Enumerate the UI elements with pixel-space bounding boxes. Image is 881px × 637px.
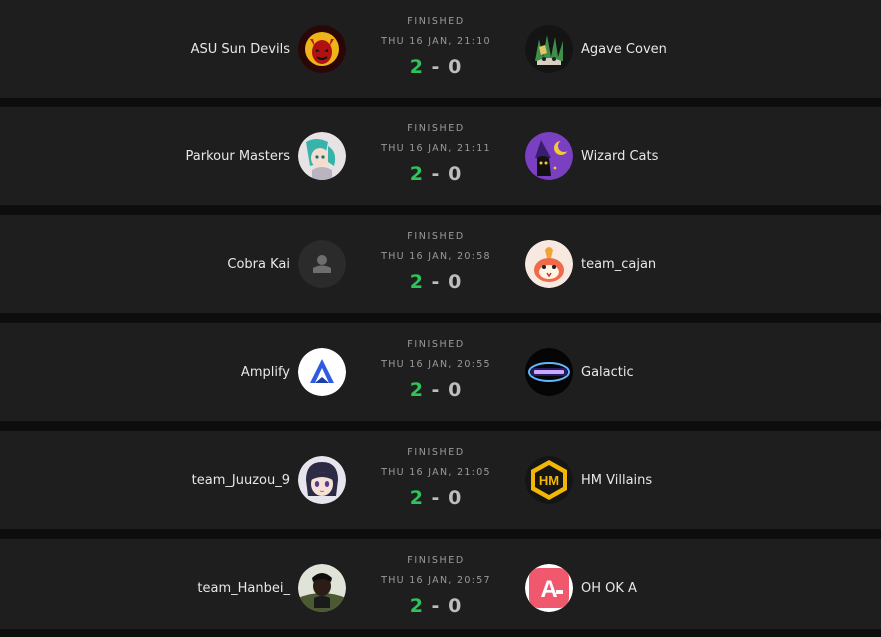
home-team-name: ASU Sun Devils (190, 41, 290, 57)
away-score: 0 (448, 595, 463, 617)
match-status: FINISHED (407, 16, 465, 27)
hm-villains-logo-icon: HM (525, 456, 573, 504)
match-time: THU 16 JAN, 21:11 (381, 143, 491, 154)
match-info: FINISHED THU 16 JAN, 20:58 2 - 0 (336, 215, 536, 313)
match-status: FINISHED (407, 123, 465, 134)
match-card[interactable]: Cobra Kai FINISHED THU 16 JAN, 20:58 2 -… (0, 215, 881, 313)
match-score: 2 - 0 (336, 271, 536, 293)
match-card[interactable]: team_Juuzou_9 FINISHED THU 16 JAN, 21:05… (0, 431, 881, 529)
away-team[interactable]: Wizard Cats (525, 107, 658, 205)
match-info: FINISHED THU 16 JAN, 21:11 2 - 0 (336, 107, 536, 205)
match-score: 2 - 0 (336, 56, 536, 78)
match-status: FINISHED (407, 339, 465, 350)
home-team[interactable]: team_Juuzou_9 (192, 431, 346, 529)
match-card[interactable]: ASU Sun Devils FINISHED THU 16 JAN, 21:1… (0, 0, 881, 98)
home-score: 2 (409, 595, 424, 617)
score-separator: - (431, 163, 441, 185)
match-card[interactable]: Parkour Masters FINISHED THU 16 JAN, 21:… (0, 107, 881, 205)
match-card[interactable]: Amplify FINISHED THU 16 JAN, 20:55 2 - 0… (0, 323, 881, 421)
match-score: 2 - 0 (336, 595, 536, 617)
away-score: 0 (448, 487, 463, 509)
home-team-name: Cobra Kai (227, 256, 290, 272)
cartoon-creature-icon (525, 240, 573, 288)
match-info: FINISHED THU 16 JAN, 21:05 2 - 0 (336, 431, 536, 529)
home-team[interactable]: team_Hanbei_ (197, 539, 346, 637)
home-team-name: Amplify (240, 364, 290, 380)
match-score: 2 - 0 (336, 487, 536, 509)
away-score: 0 (448, 163, 463, 185)
match-score: 2 - 0 (336, 379, 536, 401)
match-status: FINISHED (407, 447, 465, 458)
away-score: 0 (448, 379, 463, 401)
home-score: 2 (409, 163, 424, 185)
home-team-name: team_Hanbei_ (197, 580, 290, 596)
home-team[interactable]: Amplify (241, 323, 346, 421)
home-team-name: Parkour Masters (185, 148, 290, 164)
away-team-name: Agave Coven (581, 41, 667, 57)
home-score: 2 (409, 379, 424, 401)
home-score: 2 (409, 56, 424, 78)
home-score: 2 (409, 487, 424, 509)
match-time: THU 16 JAN, 21:10 (381, 36, 491, 47)
svg-text:A: A (540, 576, 557, 603)
away-team[interactable]: team_cajan (525, 215, 656, 313)
match-list: ASU Sun Devils FINISHED THU 16 JAN, 21:1… (0, 0, 881, 629)
match-info: FINISHED THU 16 JAN, 20:57 2 - 0 (336, 539, 536, 637)
match-info: FINISHED THU 16 JAN, 20:55 2 - 0 (336, 323, 536, 421)
away-team[interactable]: HM HM Villains (525, 431, 652, 529)
home-team[interactable]: ASU Sun Devils (191, 0, 346, 98)
match-time: THU 16 JAN, 20:55 (381, 359, 491, 370)
away-team-name: team_cajan (581, 256, 657, 272)
away-team[interactable]: Galactic (525, 323, 634, 421)
match-card[interactable]: team_Hanbei_ FINISHED THU 16 JAN, 20:57 … (0, 539, 881, 629)
match-status: FINISHED (407, 555, 465, 566)
away-team[interactable]: Agave Coven (525, 0, 667, 98)
away-team-name: HM Villains (581, 472, 653, 488)
away-score: 0 (448, 271, 463, 293)
match-time: THU 16 JAN, 21:05 (381, 467, 491, 478)
match-score: 2 - 0 (336, 163, 536, 185)
home-score: 2 (409, 271, 424, 293)
agave-logo-icon (525, 25, 573, 73)
away-team-name: Galactic (581, 364, 634, 380)
home-team-name: team_Juuzou_9 (191, 472, 290, 488)
home-team[interactable]: Cobra Kai (227, 215, 346, 313)
svg-text:HM: HM (539, 473, 559, 488)
score-separator: - (431, 56, 441, 78)
match-time: THU 16 JAN, 20:57 (381, 575, 491, 586)
home-team[interactable]: Parkour Masters (186, 107, 346, 205)
match-time: THU 16 JAN, 20:58 (381, 251, 491, 262)
match-info: FINISHED THU 16 JAN, 21:10 2 - 0 (336, 0, 536, 98)
score-separator: - (431, 595, 441, 617)
score-separator: - (431, 379, 441, 401)
away-score: 0 (448, 56, 463, 78)
score-separator: - (431, 271, 441, 293)
match-status: FINISHED (407, 231, 465, 242)
away-team-name: OH OK A (581, 580, 637, 596)
away-team-name: Wizard Cats (581, 148, 659, 164)
away-team[interactable]: A OH OK A (525, 539, 637, 637)
oh-ok-a-logo-icon: A (525, 564, 573, 612)
wizard-cat-logo-icon (525, 132, 573, 180)
score-separator: - (431, 487, 441, 509)
galactic-logo-icon (525, 348, 573, 396)
